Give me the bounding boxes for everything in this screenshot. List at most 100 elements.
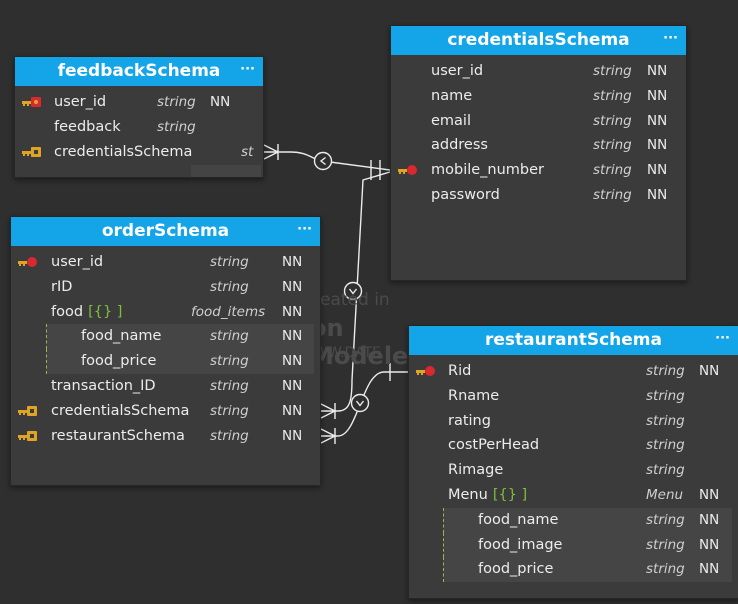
nested-column-row[interactable]: food_image string NN [443, 532, 732, 558]
column-row[interactable]: Rname string [409, 384, 738, 409]
column-name: Rimage [448, 458, 503, 483]
not-null-flag: NN [699, 486, 720, 503]
table-columns: user_id string NN name string NN email string NN… [391, 59, 686, 208]
table-header[interactable]: credentialsSchema ··· [391, 26, 686, 55]
column-type: st [241, 143, 254, 160]
object-array-marker: [{} ] [88, 303, 123, 320]
table-header[interactable]: feedbackSchema ··· [15, 57, 263, 86]
column-name-text: food_image [478, 536, 563, 553]
column-row[interactable]: user_id string NN [391, 59, 686, 84]
column-name: credentialsSchema [51, 399, 189, 424]
foreign-key-icon [17, 399, 41, 424]
column-row[interactable]: food[{} ] food_items NN [11, 300, 320, 325]
column-type: string [210, 377, 249, 394]
column-name-text: Rname [448, 387, 500, 404]
column-name-text: credentialsSchema [54, 143, 193, 160]
column-name-text: name [431, 87, 473, 104]
column-name: password [431, 183, 500, 208]
column-row[interactable]: mobile_number string NN [391, 158, 686, 183]
column-name: restaurantSchema [51, 424, 185, 449]
column-name-text: user_id [51, 254, 104, 270]
column-name-text: Rimage [448, 462, 504, 479]
column-row[interactable]: email string NN [391, 109, 686, 134]
column-type: string [646, 561, 685, 578]
column-name: rating [448, 409, 491, 434]
nested-column-row[interactable]: food_name string NN [46, 324, 314, 350]
table-credentialsSchema[interactable]: credentialsSchema ··· user_id string NNname s… [390, 25, 687, 281]
nested-column-row[interactable]: food_price string NN [46, 349, 314, 374]
column-row[interactable]: costPerHead string [409, 433, 738, 458]
column-row[interactable]: Rimage string [409, 458, 738, 483]
column-name-text: password [431, 186, 500, 203]
table-header[interactable]: orderSchema ··· [11, 217, 320, 246]
column-name-text: rating [448, 412, 491, 429]
nesting-guide [46, 349, 47, 374]
table-orderSchema[interactable]: orderSchema ··· user_id string NN rID string NN… [10, 216, 321, 486]
column-row[interactable]: name string NN [391, 84, 686, 109]
column-type: string [593, 186, 632, 203]
column-name-text: costPerHead [448, 437, 540, 454]
column-row[interactable]: rID string NN [11, 275, 320, 300]
table-feedbackSchema[interactable]: feedbackSchema ··· user_id string NN feedback… [14, 56, 264, 178]
nested-column-row[interactable]: food_price string NN [443, 557, 732, 583]
column-row[interactable]: restaurantSchema string NN [11, 424, 320, 449]
column-row[interactable]: password string NN [391, 183, 686, 208]
column-name: food_name [478, 508, 558, 533]
column-type: string [646, 462, 685, 479]
column-row[interactable]: rating string [409, 409, 738, 434]
column-name: name [431, 84, 472, 109]
column-row[interactable]: address string NN [391, 133, 686, 158]
column-row[interactable]: credentialsSchema string NN [11, 399, 320, 424]
column-type: string [593, 162, 632, 179]
column-name: address [431, 133, 488, 158]
more-options-icon[interactable]: ··· [297, 215, 312, 244]
column-row[interactable]: Menu[{} ] Menu NN [409, 483, 738, 508]
column-name: Menu[{} ] [448, 483, 527, 508]
table-header[interactable]: restaurantSchema ··· [409, 326, 738, 355]
column-type: string [646, 511, 685, 528]
relation-order-credentials[interactable] [319, 171, 391, 419]
not-null-flag: NN [282, 353, 303, 370]
not-null-flag: NN [282, 427, 303, 444]
not-null-flag: NN [647, 137, 668, 154]
column-name: user_id [54, 90, 106, 115]
column-name: feedback [54, 115, 121, 140]
column-row[interactable]: Rid string NN [409, 359, 738, 384]
relation-order-restaurant[interactable] [319, 363, 408, 444]
column-name: transaction_ID [51, 374, 156, 399]
column-type: string [210, 353, 249, 370]
not-null-flag: NN [282, 402, 303, 419]
column-type: Menu [646, 486, 684, 503]
column-row[interactable]: user_id string NN [15, 90, 263, 115]
table-restaurantSchema[interactable]: restaurantSchema ··· Rid string NN Rname strin… [408, 325, 738, 599]
column-row[interactable]: user_id string NN [11, 250, 320, 275]
column-row[interactable]: feedback string [15, 115, 263, 140]
column-name: credentialsSchema [54, 140, 192, 165]
column-name: user_id [51, 250, 103, 275]
not-null-flag: NN [210, 94, 231, 110]
column-type: string [646, 363, 685, 379]
primary-foreign-key-icon [21, 90, 45, 115]
column-type: string [593, 87, 632, 104]
column-type: food_items [191, 303, 266, 320]
not-null-flag: NN [647, 186, 668, 203]
nesting-guide [443, 507, 444, 533]
column-name: food_name [81, 324, 161, 349]
column-row[interactable]: transaction_ID string NN [11, 374, 320, 399]
more-options-icon[interactable]: ··· [663, 24, 678, 53]
column-row[interactable]: credentialsSchema st [15, 140, 263, 165]
relation-feedback-credentials[interactable] [262, 144, 391, 180]
table-title: orderSchema [101, 221, 230, 241]
column-name: Rid [448, 359, 471, 384]
column-name-text: email [431, 112, 471, 129]
more-options-icon[interactable]: ··· [240, 57, 255, 84]
column-type: string [593, 63, 632, 79]
optional-circle-marker [313, 151, 333, 171]
more-options-icon[interactable]: ··· [715, 324, 730, 353]
foreign-key-icon [17, 424, 41, 449]
column-name-text: food_name [81, 328, 162, 345]
column-type: string [210, 254, 249, 270]
column-type: string [157, 118, 196, 135]
nested-column-row[interactable]: food_name string NN [443, 507, 732, 533]
not-null-flag: NN [282, 328, 303, 345]
